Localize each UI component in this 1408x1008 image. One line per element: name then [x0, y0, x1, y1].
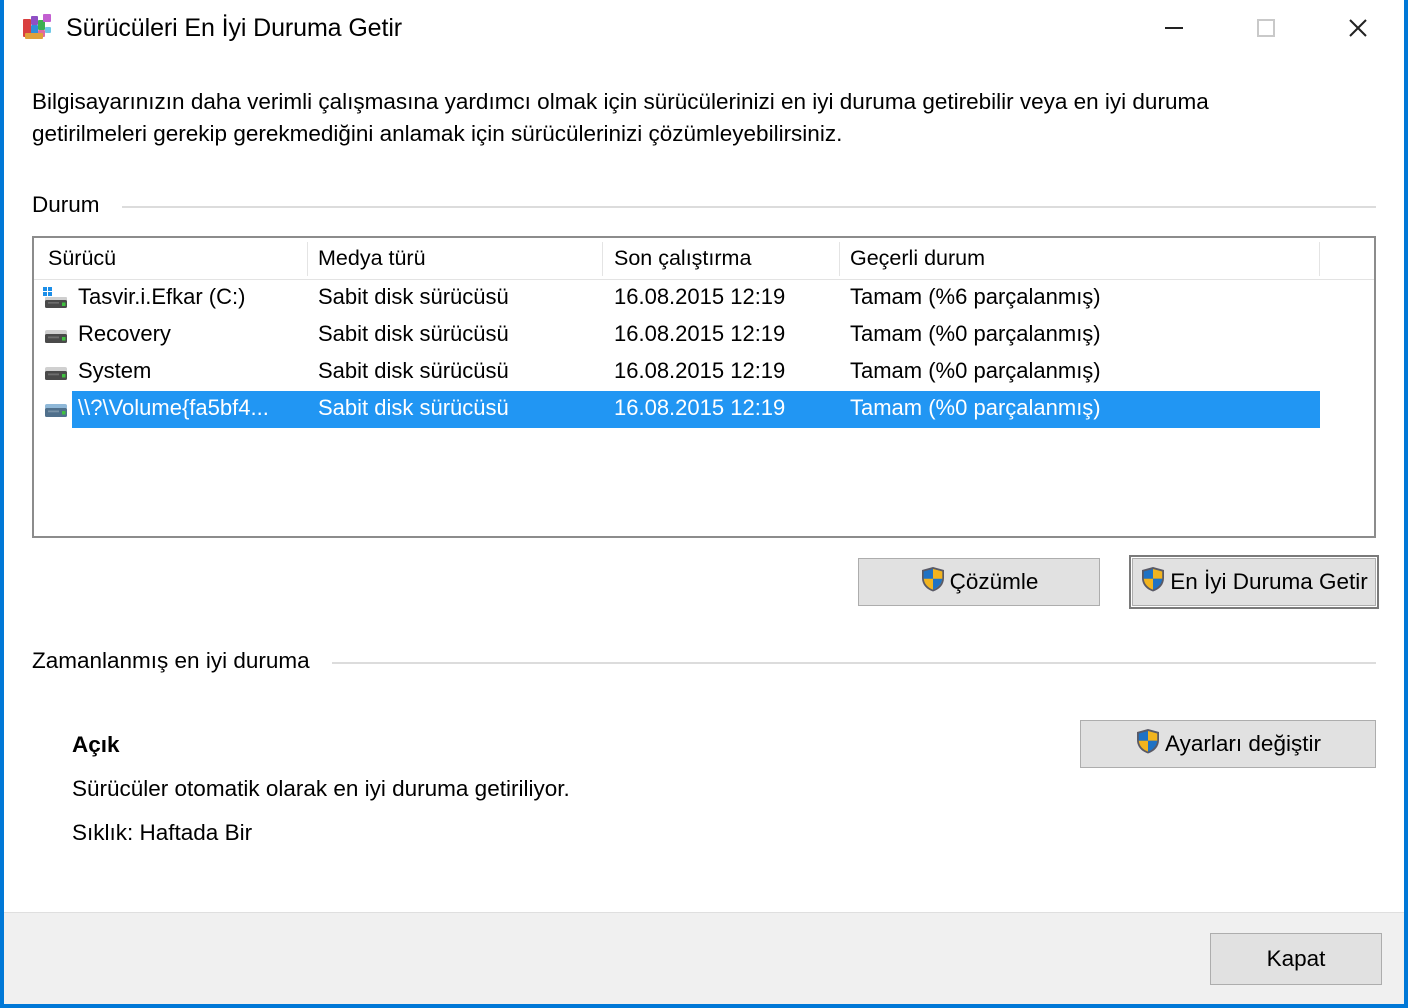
maximize-icon[interactable]	[1220, 0, 1312, 56]
analyze-button-label: Çözümle	[949, 569, 1039, 594]
cell-lastrun: 16.08.2015 12:19	[614, 284, 786, 309]
title-bar: Sürücüleri En İyi Duruma Getir	[4, 0, 1404, 56]
cell-media: Sabit disk sürücüsü	[318, 395, 509, 420]
cell-drive: Recovery	[78, 321, 171, 346]
column-header-lastrun[interactable]: Son çalıştırma	[614, 246, 751, 271]
table-row[interactable]: System Sabit disk sürücüsü 16.08.2015 12…	[34, 354, 1374, 391]
change-settings-button-label: Ayarları değiştir	[1165, 731, 1321, 756]
dialog-content: Bilgisayarınızın daha verimli çalışmasın…	[4, 86, 1404, 860]
column-divider[interactable]	[307, 242, 308, 276]
minimize-icon[interactable]	[1128, 0, 1220, 56]
drives-listview[interactable]: Sürücü Medya türü Son çalıştırma Geçerli…	[32, 236, 1376, 538]
cell-lastrun: 16.08.2015 12:19	[614, 321, 786, 346]
cell-status: Tamam (%0 parçalanmış)	[850, 358, 1101, 383]
optimize-button[interactable]: En İyi Duruma Getir	[1129, 555, 1379, 609]
schedule-group-header: Zamanlanmış en iyi duruma	[32, 648, 1376, 674]
change-settings-button[interactable]: Ayarları değiştir	[1080, 720, 1376, 768]
cell-drive: Tasvir.i.Efkar (C:)	[78, 284, 246, 309]
column-divider[interactable]	[839, 242, 840, 276]
window-controls	[1128, 0, 1404, 56]
drive-icon	[42, 360, 70, 384]
cell-media: Sabit disk sürücüsü	[318, 284, 509, 309]
schedule-detail: Sürücüler otomatik olarak en iyi duruma …	[72, 776, 570, 801]
analyze-button[interactable]: Çözümle	[858, 558, 1100, 606]
uac-shield-icon	[920, 566, 946, 598]
defragmenter-icon	[22, 13, 52, 43]
dialog-footer: Kapat	[4, 912, 1404, 1004]
uac-shield-icon	[1140, 566, 1166, 598]
drive-icon	[42, 323, 70, 347]
drive-icon	[42, 397, 70, 421]
window-title: Sürücüleri En İyi Duruma Getir	[66, 13, 403, 42]
cell-lastrun: 16.08.2015 12:19	[614, 395, 786, 420]
uac-shield-icon	[1135, 728, 1161, 760]
schedule-frequency: Sıklık: Haftada Bir	[72, 820, 253, 845]
cell-drive: System	[78, 358, 152, 383]
listview-rows: Tasvir.i.Efkar (C:) Sabit disk sürücüsü …	[34, 280, 1374, 428]
cell-media: Sabit disk sürücüsü	[318, 321, 509, 346]
schedule-group-label: Zamanlanmış en iyi duruma	[32, 648, 310, 673]
close-icon[interactable]	[1312, 0, 1404, 56]
column-header-media[interactable]: Medya türü	[318, 246, 426, 271]
column-divider[interactable]	[1319, 242, 1320, 276]
optimize-drives-window: Sürücüleri En İyi Duruma Getir Bilgisaya…	[0, 0, 1408, 1008]
system-drive-icon	[42, 286, 70, 310]
schedule-button-wrap: Ayarları değiştir	[1080, 720, 1376, 768]
table-row[interactable]: \\?\Volume{fa5bf4... Sabit disk sürücüsü…	[34, 391, 1374, 428]
group-divider	[121, 206, 1376, 208]
cell-lastrun: 16.08.2015 12:19	[614, 358, 786, 383]
cell-status: Tamam (%6 parçalanmış)	[850, 284, 1101, 309]
table-row[interactable]: Recovery Sabit disk sürücüsü 16.08.2015 …	[34, 317, 1374, 354]
status-group-header: Durum	[32, 192, 1376, 218]
cell-status: Tamam (%0 parçalanmış)	[850, 321, 1101, 346]
cell-status: Tamam (%0 parçalanmış)	[850, 395, 1101, 420]
dialog-description: Bilgisayarınızın daha verimli çalışmasın…	[32, 89, 1209, 146]
close-button[interactable]: Kapat	[1210, 932, 1382, 985]
schedule-section: Açık Sürücüler otomatik olarak en iyi du…	[32, 710, 1376, 860]
drive-action-buttons: Çözümle En İyi Duruma Getir	[32, 555, 1379, 609]
optimize-button-label: En İyi Duruma Getir	[1170, 569, 1368, 594]
group-divider	[331, 662, 1376, 664]
table-row[interactable]: Tasvir.i.Efkar (C:) Sabit disk sürücüsü …	[34, 280, 1374, 317]
column-header-drive[interactable]: Sürücü	[48, 246, 116, 271]
cell-drive: \\?\Volume{fa5bf4...	[78, 395, 269, 420]
column-header-status[interactable]: Geçerli durum	[850, 246, 985, 271]
status-group-label: Durum	[32, 192, 100, 217]
column-divider[interactable]	[602, 242, 603, 276]
cell-media: Sabit disk sürücüsü	[318, 358, 509, 383]
listview-header: Sürücü Medya türü Son çalıştırma Geçerli…	[34, 238, 1374, 280]
